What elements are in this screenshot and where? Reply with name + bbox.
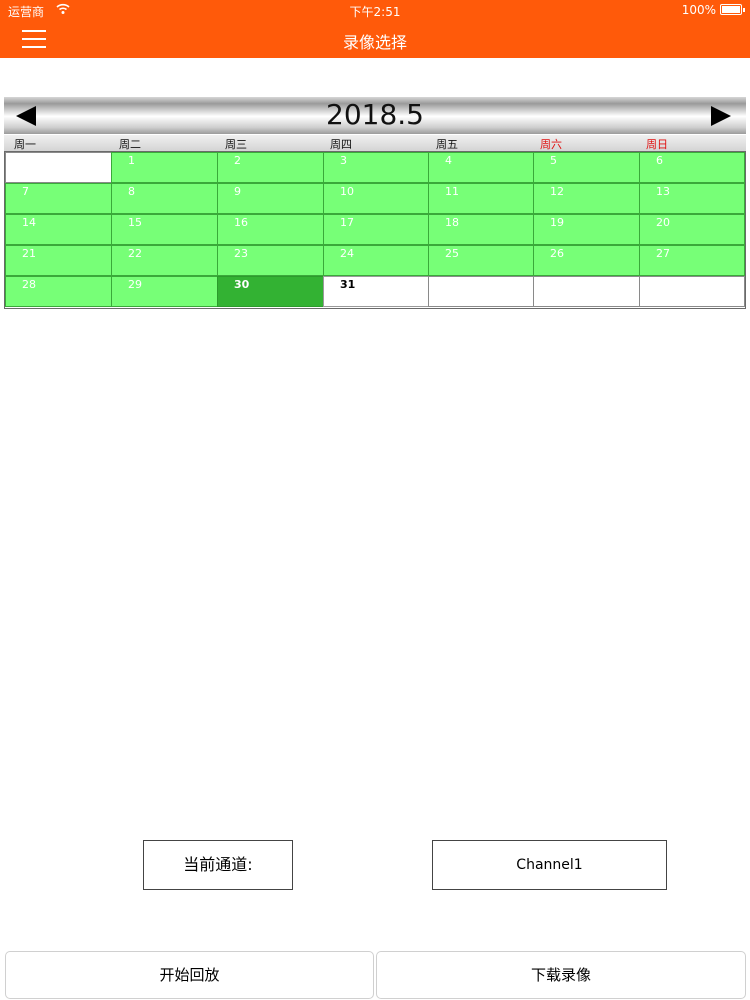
next-month-icon[interactable] (711, 106, 731, 126)
battery-icon (720, 4, 745, 15)
calendar-day-4[interactable]: 4 (428, 152, 534, 183)
calendar-empty-cell (5, 152, 112, 183)
calendar-day-19[interactable]: 19 (533, 214, 640, 245)
calendar-day-3[interactable]: 3 (323, 152, 429, 183)
weekday-sat: 周六 (540, 138, 562, 151)
weekday-mon: 周一 (14, 138, 36, 151)
calendar-day-20[interactable]: 20 (639, 214, 745, 245)
status-bar: 运营商 下午2:51 100% (0, 0, 750, 20)
calendar-day-28[interactable]: 28 (5, 276, 112, 307)
calendar-empty-cell (428, 276, 534, 307)
calendar-day-17[interactable]: 17 (323, 214, 429, 245)
weekday-wed: 周三 (225, 138, 247, 151)
weekday-fri: 周五 (436, 138, 458, 151)
calendar-day-2[interactable]: 2 (217, 152, 324, 183)
calendar-day-30[interactable]: 30 (217, 276, 324, 307)
weekday-tue: 周二 (119, 138, 141, 151)
calendar-day-24[interactable]: 24 (323, 245, 429, 276)
weekday-sun: 周日 (646, 138, 668, 151)
calendar-day-14[interactable]: 14 (5, 214, 112, 245)
calendar-day-6[interactable]: 6 (639, 152, 745, 183)
calendar-day-8[interactable]: 8 (111, 183, 218, 214)
calendar-day-12[interactable]: 12 (533, 183, 640, 214)
calendar-day-9[interactable]: 9 (217, 183, 324, 214)
calendar-empty-cell (533, 276, 640, 307)
calendar-day-26[interactable]: 26 (533, 245, 640, 276)
weekday-thu: 周四 (330, 138, 352, 151)
calendar-day-21[interactable]: 21 (5, 245, 112, 276)
calendar-day-10[interactable]: 10 (323, 183, 429, 214)
calendar-day-16[interactable]: 16 (217, 214, 324, 245)
calendar-day-31[interactable]: 31 (323, 276, 429, 307)
calendar-day-23[interactable]: 23 (217, 245, 324, 276)
calendar-day-11[interactable]: 11 (428, 183, 534, 214)
calendar-day-5[interactable]: 5 (533, 152, 640, 183)
calendar-header: 2018.5 (4, 97, 746, 134)
calendar-day-13[interactable]: 13 (639, 183, 745, 214)
channel-select-button[interactable]: Channel1 (432, 840, 667, 890)
calendar-grid: 1 2 3 4 5 6 7 8 9 10 11 12 13 14 15 16 17 18 19 20 21 22 23 24 2… (4, 151, 746, 309)
weekday-header-row: 周一 周二 周三 周四 周五 周六 周日 (4, 135, 746, 151)
calendar-day-1[interactable]: 1 (111, 152, 218, 183)
calendar-month-label: 2018.5 (326, 98, 424, 131)
calendar-day-15[interactable]: 15 (111, 214, 218, 245)
calendar-day-22[interactable]: 22 (111, 245, 218, 276)
nav-bar: 录像选择 (0, 20, 750, 58)
calendar-day-27[interactable]: 27 (639, 245, 745, 276)
battery-percent: 100% (681, 3, 716, 17)
calendar-day-18[interactable]: 18 (428, 214, 534, 245)
calendar-day-25[interactable]: 25 (428, 245, 534, 276)
calendar-day-7[interactable]: 7 (5, 183, 112, 214)
start-playback-button[interactable]: 开始回放 (5, 951, 374, 999)
download-recording-button[interactable]: 下载录像 (376, 951, 746, 999)
current-channel-label: 当前通道: (143, 840, 293, 890)
status-time: 下午2:51 (349, 5, 401, 19)
calendar-empty-cell (639, 276, 745, 307)
calendar-day-29[interactable]: 29 (111, 276, 218, 307)
page-title: 录像选择 (342, 33, 407, 52)
